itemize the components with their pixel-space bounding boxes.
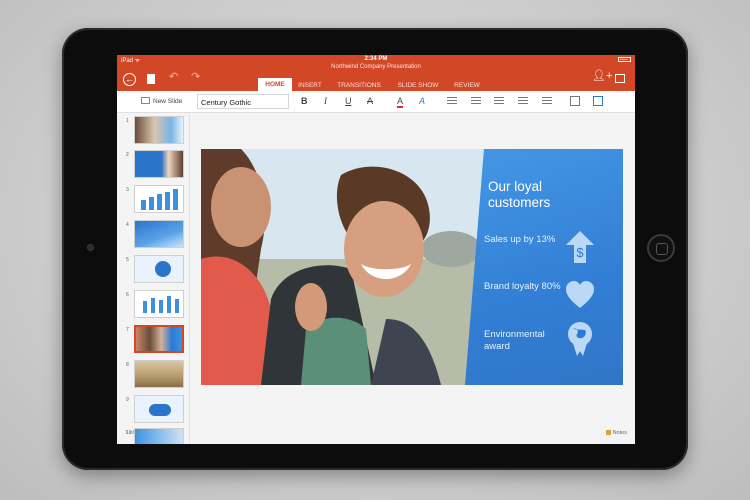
thumbnail-slide-8[interactable]: 8 bbox=[117, 360, 190, 392]
redo-icon[interactable]: ↷ bbox=[191, 72, 200, 83]
underline-button[interactable]: U bbox=[345, 96, 352, 106]
share-person-icon[interactable]: 👤︎+ bbox=[592, 71, 612, 82]
thumbnail-slide-2[interactable]: 2 bbox=[117, 150, 190, 182]
clock: 2:34 PM bbox=[364, 56, 388, 62]
align-left-icon[interactable] bbox=[447, 97, 457, 106]
stat-sales: Sales up by 13% bbox=[484, 234, 556, 245]
slide-thumbnails: 1 2 3 4 5 6 7 8 9 10 7 of 11 bbox=[117, 114, 190, 444]
thumb-number: 1 bbox=[126, 118, 129, 124]
thumb-number: 8 bbox=[126, 362, 129, 368]
thumbnail-slide-7[interactable]: 7 bbox=[117, 325, 190, 357]
stat-award: Environmental award bbox=[484, 329, 545, 352]
tab-insert[interactable]: INSERT bbox=[295, 81, 325, 91]
current-slide[interactable]: Our loyal customers Sales up by 13% $ Br… bbox=[201, 149, 623, 385]
undo-icon[interactable]: ↶ bbox=[169, 72, 178, 83]
highlight-button[interactable]: A bbox=[419, 96, 425, 106]
thumb-image bbox=[134, 325, 184, 353]
tab-transitions[interactable]: TRANSITIONS bbox=[332, 81, 386, 91]
thumb-image bbox=[134, 428, 184, 444]
status-bar: iPad ᯤ 2:34 PM bbox=[117, 55, 635, 64]
file-icon[interactable] bbox=[147, 74, 155, 84]
tab-review[interactable]: REVIEW bbox=[450, 81, 484, 91]
thumb-number: 4 bbox=[126, 222, 129, 228]
thumb-image bbox=[134, 150, 184, 178]
thumbnail-slide-1[interactable]: 1 bbox=[117, 116, 190, 148]
home-button[interactable] bbox=[647, 234, 675, 262]
customers-photo bbox=[201, 149, 481, 385]
slide-title: Our loyal customers bbox=[488, 179, 551, 210]
decrease-indent-icon[interactable] bbox=[518, 97, 528, 106]
thumbnail-slide-3[interactable]: 3 bbox=[117, 185, 190, 217]
thumb-image bbox=[134, 116, 184, 144]
document-title: Northwind Company Presentation bbox=[331, 64, 421, 70]
new-slide-label: New Slide bbox=[153, 98, 183, 105]
thumb-image bbox=[134, 220, 184, 248]
ipad-device: iPad ᯤ 2:34 PM Northwind Company Present… bbox=[62, 28, 688, 470]
new-slide-icon bbox=[141, 97, 150, 104]
strikethrough-button[interactable]: A bbox=[367, 96, 373, 106]
thumb-number: 2 bbox=[126, 152, 129, 158]
increase-indent-icon[interactable] bbox=[542, 97, 552, 106]
thumb-image bbox=[134, 255, 184, 283]
thumbnail-slide-4[interactable]: 4 bbox=[117, 220, 190, 252]
thumb-number: 5 bbox=[126, 257, 129, 263]
thumbnail-slide-6[interactable]: 6 bbox=[117, 290, 190, 322]
notes-button[interactable]: Notes bbox=[605, 430, 627, 436]
thumb-number: 3 bbox=[126, 187, 129, 193]
thumb-image bbox=[134, 395, 184, 423]
font-name-field[interactable]: Century Gothic bbox=[197, 94, 289, 109]
bullets-icon[interactable] bbox=[471, 97, 481, 106]
heart-icon bbox=[566, 281, 594, 308]
powerpoint-screen: iPad ᯤ 2:34 PM Northwind Company Present… bbox=[117, 55, 635, 444]
dollar-arrow-icon: $ bbox=[566, 231, 594, 263]
notes-label: Notes bbox=[612, 430, 627, 436]
arrange-icon[interactable] bbox=[570, 96, 580, 106]
slide-canvas: Our loyal customers Sales up by 13% $ Br… bbox=[191, 114, 635, 444]
shapes-icon[interactable] bbox=[593, 96, 603, 106]
tab-slide-show[interactable]: SLIDE SHOW bbox=[393, 81, 443, 91]
notes-icon bbox=[605, 430, 611, 435]
front-camera bbox=[87, 244, 94, 251]
back-button[interactable]: ← bbox=[123, 73, 136, 86]
thumb-number: 9 bbox=[126, 397, 129, 403]
globe-award-icon bbox=[568, 322, 592, 356]
italic-button[interactable]: I bbox=[324, 96, 327, 106]
present-icon[interactable] bbox=[615, 74, 625, 83]
svg-text:$: $ bbox=[576, 245, 584, 260]
stat-loyalty: Brand loyalty 80% bbox=[484, 281, 561, 292]
thumbnail-slide-9[interactable]: 9 bbox=[117, 395, 190, 427]
thumb-number: 6 bbox=[126, 292, 129, 298]
new-slide-button[interactable]: New Slide bbox=[141, 97, 182, 105]
tab-home[interactable]: HOME bbox=[258, 78, 292, 91]
thumb-image bbox=[134, 360, 184, 388]
bold-button[interactable]: B bbox=[301, 96, 308, 106]
home-toolbar: New Slide Century Gothic B I U A A A bbox=[117, 91, 635, 113]
thumbnail-slide-5[interactable]: 5 bbox=[117, 255, 190, 287]
thumb-number: 7 bbox=[126, 327, 129, 333]
font-color-button[interactable]: A bbox=[397, 96, 404, 108]
numbering-icon[interactable] bbox=[494, 97, 504, 106]
battery-icon bbox=[618, 57, 631, 62]
thumb-image bbox=[134, 290, 184, 318]
slide-counter: 7 of 11 bbox=[125, 430, 142, 436]
thumb-image bbox=[134, 185, 184, 213]
